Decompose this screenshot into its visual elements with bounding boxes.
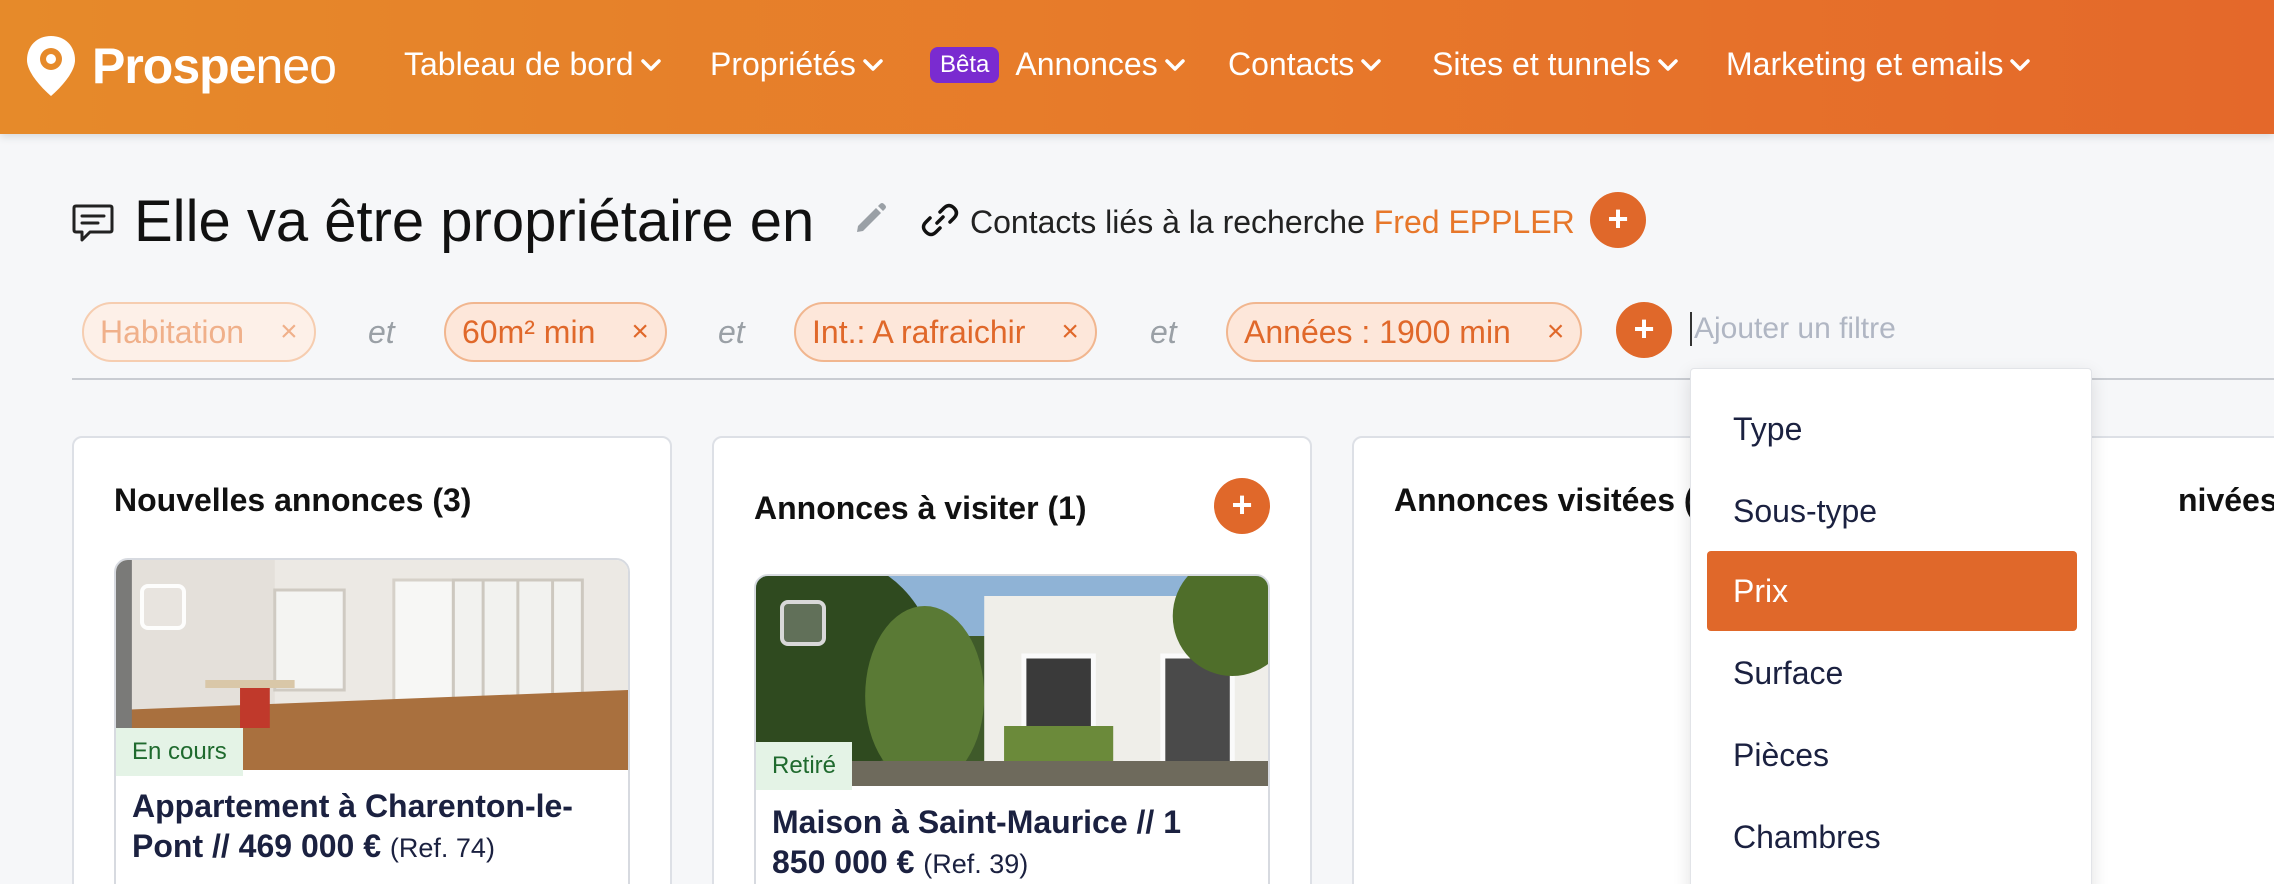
column-title-overflow: nivées, retiré (2178, 482, 2274, 518)
chevron-down-icon (640, 58, 661, 71)
listing-card[interactable]: Retiré Maison à Saint-Maurice // 1 850 0… (754, 574, 1270, 884)
select-checkbox[interactable] (780, 600, 826, 646)
filter-chip-interieur[interactable]: Int.: A rafraichir × (794, 302, 1097, 362)
pencil-edit-icon[interactable] (852, 200, 888, 236)
add-contact-button[interactable]: + (1590, 192, 1646, 248)
chevron-down-icon (1361, 58, 1382, 71)
column-title: Nouvelles annonces (3) (114, 482, 472, 518)
listing-title[interactable]: Maison à Saint-Maurice // 1 850 000 € (R… (772, 802, 1181, 884)
filter-option-sous-type[interactable]: Sous-type (1707, 471, 2077, 551)
add-filter-input[interactable]: Ajouter un filtre (1690, 312, 1896, 346)
top-navigation-bar: Prospeneo Tableau de bord Propriétés Bêt… (0, 0, 2274, 134)
filter-connector: et (368, 314, 395, 350)
filter-option-chambres[interactable]: Chambres (1707, 797, 2077, 877)
filter-option-type[interactable]: Type (1707, 389, 2077, 469)
linked-contact-name[interactable]: Fred EPPLER (1374, 204, 1575, 240)
column-annonces-a-visiter: Annonces à visiter (1) + Retiré Maison à… (712, 436, 1312, 884)
status-badge: Retiré (756, 742, 853, 790)
status-badge: En cours (116, 728, 243, 776)
brand-logo[interactable]: Prospeneo (24, 32, 337, 100)
linked-contacts: Contacts liés à la recherche Fred EPPLER (970, 204, 1575, 241)
add-listing-button[interactable]: + (1214, 478, 1270, 534)
chevron-down-icon (1658, 58, 1678, 71)
select-checkbox[interactable] (140, 584, 186, 630)
add-filter-button[interactable]: + (1616, 302, 1672, 358)
chevron-down-icon (2010, 58, 2031, 71)
remove-filter-icon[interactable]: × (280, 315, 298, 349)
page-title: Elle va être propriétaire en (134, 189, 815, 254)
listing-title[interactable]: Appartement à Charenton-le- Pont // 469 … (132, 786, 573, 868)
column-nouvelles-annonces: Nouvelles annonces (3) En cours Appartem… (72, 436, 672, 884)
filter-options-dropdown: Type Sous-type Prix Surface Pièces Chamb… (1690, 368, 2092, 884)
filter-connector: et (718, 314, 745, 350)
remove-filter-icon[interactable]: × (1547, 315, 1565, 349)
filter-option-pieces[interactable]: Pièces (1707, 715, 2077, 795)
nav-annonces[interactable]: Bêta Annonces (930, 46, 1186, 83)
nav-marketing-et-emails[interactable]: Marketing et emails (1726, 46, 2031, 83)
remove-filter-icon[interactable]: × (1061, 315, 1079, 349)
chevron-down-icon (863, 58, 883, 71)
nav-proprietes[interactable]: Propriétés (710, 46, 884, 83)
nav-sites-et-tunnels[interactable]: Sites et tunnels (1432, 46, 1679, 83)
filter-connector: et (1150, 314, 1177, 350)
nav-tableau-de-bord[interactable]: Tableau de bord (404, 46, 662, 83)
column-title: Annonces à visiter (1) (754, 490, 1087, 526)
filter-chip-surface[interactable]: 60m² min × (444, 302, 667, 362)
filter-option-prix[interactable]: Prix (1707, 551, 2077, 631)
filter-chip-annees[interactable]: Années : 1900 min × (1226, 302, 1583, 362)
link-icon (921, 203, 959, 237)
column-title: Annonces visitées ( (1394, 482, 1695, 518)
filter-option-surface[interactable]: Surface (1707, 633, 2077, 713)
map-pin-logo-icon (27, 36, 75, 96)
chevron-down-icon (1164, 58, 1185, 71)
brand-name: Prospeneo (92, 38, 337, 94)
remove-filter-icon[interactable]: × (631, 315, 649, 349)
listing-card[interactable]: En cours Appartement à Charenton-le- Pon… (114, 558, 630, 884)
linked-contacts-label: Contacts liés à la recherche (970, 204, 1365, 240)
comment-icon (72, 204, 114, 242)
nav-contacts[interactable]: Contacts (1228, 46, 1382, 83)
beta-badge: Bêta (930, 46, 1000, 83)
filter-chip-habitation[interactable]: Habitation × (82, 302, 316, 362)
